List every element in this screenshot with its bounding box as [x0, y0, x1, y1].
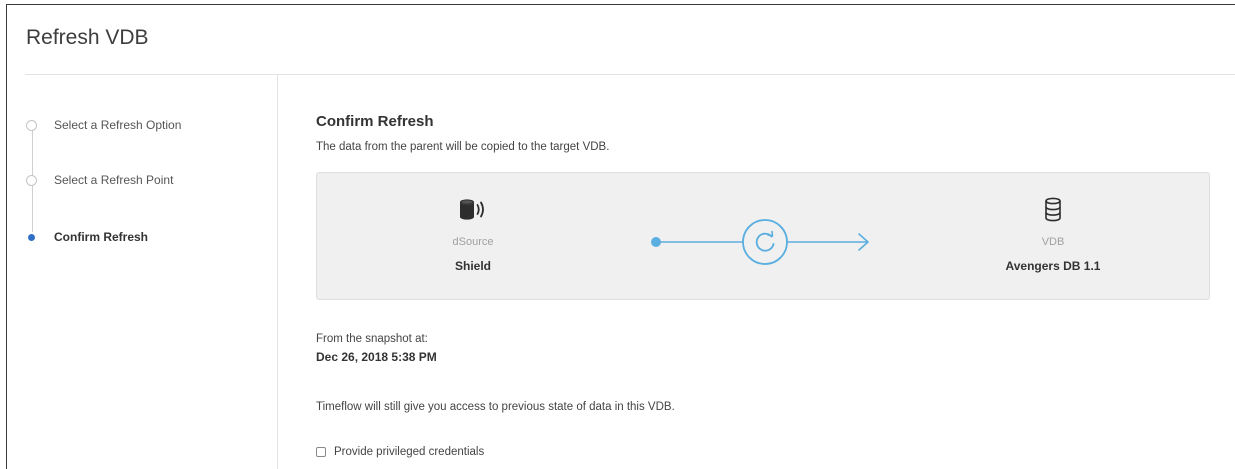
step-indicator-active-icon: [26, 231, 37, 243]
database-icon: [1045, 197, 1061, 222]
timeflow-note: Timeflow will still give you access to p…: [316, 401, 675, 413]
step-select-refresh-point[interactable]: Select a Refresh Point: [26, 173, 173, 187]
title-divider: [25, 74, 1235, 75]
privileged-credentials-checkbox[interactable]: Provide privileged credentials: [316, 446, 484, 458]
step-label: Select a Refresh Option: [54, 118, 182, 132]
refresh-icon: [755, 230, 775, 252]
checkbox-icon[interactable]: [316, 447, 326, 457]
refresh-connector: [651, 219, 869, 265]
step-indicator-icon: [26, 174, 37, 186]
refresh-flow-panel: dSource Shield VDB Avengers DB 1.1: [316, 172, 1210, 300]
source-node: dSource Shield: [393, 195, 553, 273]
step-label: Confirm Refresh: [54, 230, 149, 244]
step-indicator-icon: [26, 119, 37, 131]
sidebar-divider: [277, 74, 278, 469]
target-node: VDB Avengers DB 1.1: [973, 195, 1133, 273]
page-title: Confirm Refresh: [316, 113, 434, 130]
snapshot-label: From the snapshot at:: [316, 333, 428, 345]
source-kind-label: dSource: [452, 236, 494, 248]
step-select-refresh-option[interactable]: Select a Refresh Option: [26, 118, 181, 132]
source-name: Shield: [454, 259, 491, 273]
step-confirm-refresh[interactable]: Confirm Refresh: [26, 230, 148, 244]
target-name: Avengers DB 1.1: [1005, 259, 1101, 273]
snapshot-timestamp: Dec 26, 2018 5:38 PM: [316, 350, 437, 364]
page-description: The data from the parent will be copied …: [316, 141, 610, 153]
dsource-database-icon: [460, 199, 484, 220]
credentials-label: Provide privileged credentials: [334, 446, 485, 458]
target-kind-label: VDB: [1041, 236, 1065, 248]
dialog-title: Refresh VDB: [26, 26, 149, 49]
step-label: Select a Refresh Point: [54, 173, 174, 187]
